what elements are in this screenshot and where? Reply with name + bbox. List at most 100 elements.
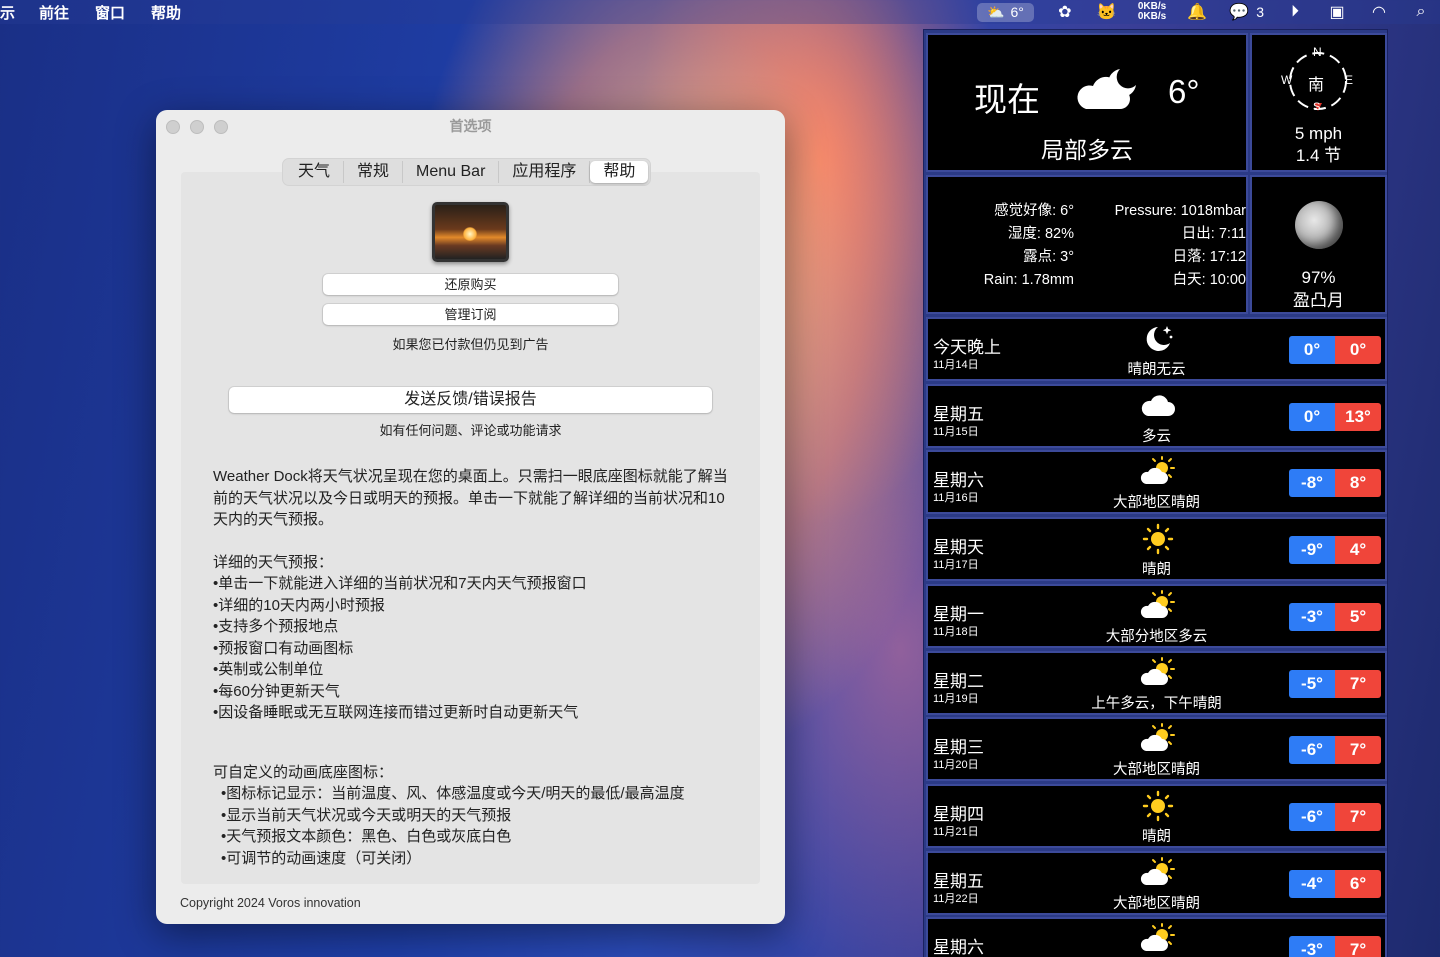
- compass-e: E: [1345, 73, 1354, 87]
- wind-knots: 1.4 节: [1295, 146, 1342, 165]
- forecast-row[interactable]: 星期二 11月19日 上午多云，下午晴朗 -5° 7°: [926, 650, 1387, 715]
- high-temp-badge: 4°: [1335, 536, 1381, 565]
- moon-cell[interactable]: 97% 盈凸月: [1250, 175, 1387, 314]
- menu-window[interactable]: 窗口: [95, 2, 125, 23]
- sunrise: 日出: 7:11: [1181, 226, 1246, 242]
- tab-apps[interactable]: 应用程序: [499, 161, 591, 183]
- low-temp-badge: 0°: [1289, 402, 1335, 431]
- forecast-row[interactable]: 星期五 11月15日 多云 0° 13°: [926, 383, 1387, 448]
- forecast-row[interactable]: 星期天 11月17日 晴朗 -9° 4°: [926, 517, 1387, 582]
- low-temp-badge: -5°: [1289, 669, 1335, 698]
- cloud-moon-icon: [1077, 69, 1136, 109]
- now-condition: 局部多云: [1041, 137, 1133, 163]
- forecast-row[interactable]: 星期六 -3° 7°: [926, 917, 1387, 957]
- day-name: 星期二: [933, 671, 984, 691]
- sun-cloud-icon: [1140, 723, 1176, 755]
- menu-go[interactable]: 前往: [39, 2, 69, 23]
- low-temp-badge: -6°: [1289, 736, 1335, 765]
- wind-direction: 南: [1308, 77, 1325, 94]
- photo-icon[interactable]: ▣: [1326, 2, 1348, 22]
- forecast-row[interactable]: 星期三 11月20日 大部地区晴朗 -6° 7°: [926, 717, 1387, 782]
- menubar-temp: 6°: [1010, 4, 1024, 20]
- tab-menu-bar[interactable]: Menu Bar: [403, 161, 500, 183]
- high-temp-badge: 7°: [1335, 736, 1381, 765]
- tab-weather[interactable]: 天气: [285, 161, 345, 183]
- bell-icon[interactable]: 🔔: [1186, 2, 1208, 22]
- pressure: Pressure: 1018mbar: [1114, 203, 1246, 219]
- detail-item: •单击一下就能进入详细的当前状况和7天内天气预报窗口: [213, 575, 587, 592]
- detail-item: •预报窗口有动画图标: [213, 639, 354, 657]
- forecast-row[interactable]: 星期四 11月21日 晴朗 -6° 7°: [926, 783, 1387, 848]
- day-name: 星期五: [933, 871, 984, 891]
- now-label: 现在: [974, 81, 1040, 118]
- high-temp-badge: 5°: [1335, 602, 1381, 631]
- forecast-row[interactable]: 今天晚上 11月14日 晴朗无云 0° 0°: [926, 317, 1387, 381]
- now-temp: 6°: [1168, 73, 1200, 110]
- tab-help[interactable]: 帮助: [590, 161, 649, 183]
- play-icon[interactable]: ⏵: [1284, 2, 1306, 22]
- humidity: 湿度: 82%: [1007, 226, 1074, 242]
- weather-menubar-icon: ⛅: [987, 3, 1005, 20]
- help-pane: 还原购买 管理订阅 如果您已付款但仍见到广告 发送反馈/错误报告 如有任何问题、…: [181, 172, 760, 884]
- moon-stars-icon: [1140, 323, 1176, 355]
- wind-cell[interactable]: N W E S 南 5 mph 1.4 节: [1250, 33, 1387, 172]
- rain: Rain: 1.78mm: [983, 272, 1074, 288]
- dew-point: 露点: 3°: [1023, 249, 1074, 265]
- day-name: 星期一: [933, 604, 984, 624]
- high-temp-badge: 7°: [1335, 802, 1381, 831]
- high-temp-badge: 13°: [1335, 402, 1381, 431]
- forecast-row[interactable]: 星期六 11月16日 大部地区晴朗 -8° 8°: [926, 450, 1387, 515]
- high-temp-badge: 7°: [1335, 669, 1381, 698]
- day-name: 星期六: [933, 471, 984, 491]
- forecast-row[interactable]: 星期五 11月22日 大部地区晴朗 -4° 6°: [926, 850, 1387, 915]
- sunset: 日落: 17:12: [1172, 249, 1246, 265]
- high-temp-badge: 0°: [1335, 336, 1381, 364]
- moon-phase: 盈凸月: [1293, 291, 1344, 310]
- tab-general[interactable]: 常规: [344, 161, 404, 183]
- search-icon[interactable]: ⌕: [1410, 2, 1432, 22]
- preferences-window: 首选项 还原购买 管理订阅 如果您已付款但仍见到广告 发送反馈/错误报告 如有任…: [156, 110, 785, 924]
- detail-item: •详细的10天内两小时预报: [213, 596, 385, 614]
- detail-item: •因设备睡眠或无互联网连接而错过更新时自动更新天气: [213, 704, 579, 721]
- close-button[interactable]: [166, 120, 180, 134]
- window-title: 首选项: [449, 118, 492, 134]
- sun-cloud-icon: [1140, 656, 1176, 689]
- day-name: 星期四: [933, 804, 984, 824]
- weather-panel: 现在 6° 局部多云 N W E S 南 5 mph 1.4 节 感觉好像: 6…: [923, 29, 1388, 957]
- menubar-weather[interactable]: ⛅ 6°: [977, 2, 1034, 22]
- custom-item: •可调节的动画速度（可关闭）: [221, 849, 422, 867]
- compass-s: S: [1313, 101, 1321, 113]
- feedback-button[interactable]: 发送反馈/错误报告: [229, 387, 712, 413]
- current-conditions[interactable]: 现在 6° 局部多云: [926, 33, 1248, 172]
- sun-icon: [1140, 523, 1176, 555]
- day-name: 星期三: [933, 738, 984, 758]
- custom-item: •天气预报文本颜色：黑色、白色或灰底白色: [221, 828, 512, 845]
- menu-bar: 示 前往 窗口 帮助 ⛅ 6° ✿ 🐱 0KB/s 0KB/s 🔔 💬 3 ⏵ …: [0, 0, 1440, 24]
- colorsync-icon[interactable]: ✿: [1054, 2, 1076, 22]
- moon-text: 97% 盈凸月: [1252, 266, 1385, 312]
- sun-icon: [1140, 790, 1176, 822]
- restore-purchase-button[interactable]: 还原购买: [323, 274, 618, 295]
- compass-w: W: [1281, 73, 1293, 87]
- menu-help[interactable]: 帮助: [151, 2, 181, 23]
- sun-cloud-icon: [1140, 923, 1176, 955]
- cat-icon[interactable]: 🐱: [1096, 2, 1118, 22]
- day-name: 星期五: [933, 404, 984, 424]
- minimize-button[interactable]: [190, 120, 204, 134]
- net-speed[interactable]: 0KB/s 0KB/s: [1138, 2, 1166, 22]
- detail-item: •支持多个预报地点: [213, 618, 339, 635]
- forecast-row[interactable]: 星期一 11月18日 大部分地区多云 -3° 5°: [926, 583, 1387, 648]
- low-temp-badge: -9°: [1289, 536, 1335, 565]
- manage-subscription-button[interactable]: 管理订阅: [323, 304, 618, 325]
- menu-fragment[interactable]: 示: [0, 2, 15, 23]
- title-bar[interactable]: 首选项: [156, 110, 785, 142]
- wechat-status[interactable]: 💬 3: [1228, 2, 1264, 22]
- low-temp-badge: -3°: [1289, 602, 1335, 631]
- wifi-icon[interactable]: ◠: [1368, 2, 1390, 22]
- daylight: 白天: 10:00: [1172, 272, 1246, 288]
- high-temp-badge: 8°: [1335, 469, 1381, 498]
- detail-item: •英制或公制单位: [213, 661, 324, 678]
- custom-item: •显示当前天气状况或今天或明天的天气预报: [221, 806, 512, 824]
- zoom-button[interactable]: [214, 120, 228, 134]
- details-cell[interactable]: 感觉好像: 6° 湿度: 82% 露点: 3° Rain: 1.78mm Pre…: [926, 175, 1248, 314]
